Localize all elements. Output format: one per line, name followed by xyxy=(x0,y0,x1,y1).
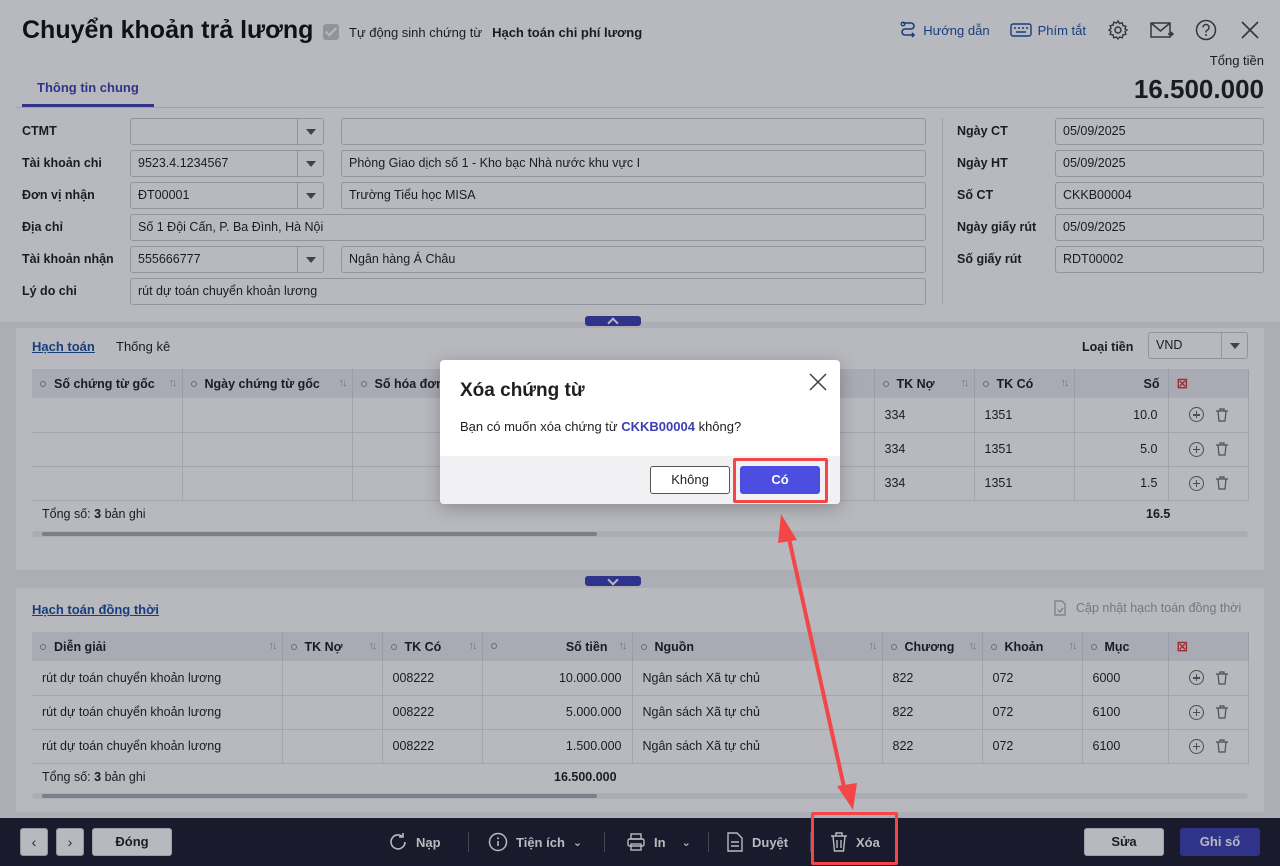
close-icon[interactable] xyxy=(808,372,828,392)
yes-button-highlight xyxy=(733,458,828,503)
dialog-title: Xóa chứng từ xyxy=(460,380,585,401)
dialog-message: Bạn có muốn xóa chứng từ CKKB00004 không… xyxy=(460,419,742,434)
app-window: Chuyển khoản trả lương Tự động sinh chứn… xyxy=(0,0,1280,866)
document-code: CKKB00004 xyxy=(621,419,695,434)
no-button[interactable]: Không xyxy=(650,466,730,494)
delete-button-highlight xyxy=(811,812,898,865)
